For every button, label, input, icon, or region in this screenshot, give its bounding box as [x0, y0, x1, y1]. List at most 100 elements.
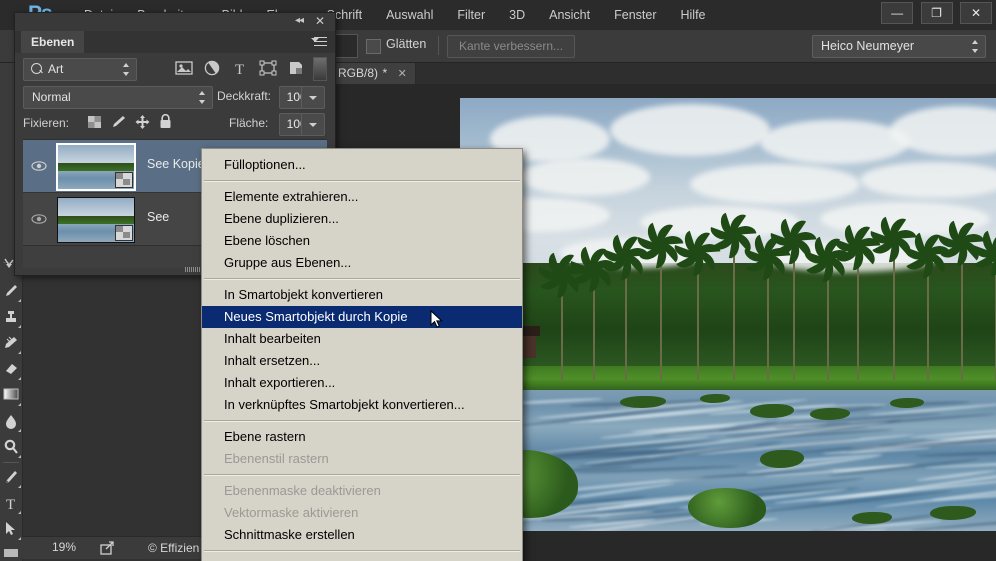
maximize-button[interactable]: ❐	[921, 2, 953, 24]
blend-mode-value: Normal	[32, 90, 71, 104]
smart-object-badge-icon	[115, 172, 133, 188]
filter-toggle-switch[interactable]	[313, 57, 327, 81]
smooth-checkbox[interactable]	[366, 39, 381, 54]
menu-item-3d[interactable]: 3D	[497, 0, 537, 30]
window-controls[interactable]: — ❐ ✕	[878, 2, 992, 24]
menu-item-filter[interactable]: Filter	[445, 0, 497, 30]
rectangle-tool-icon[interactable]	[0, 542, 22, 561]
context-menu-item: Ebenenmaske deaktivieren	[202, 480, 522, 502]
lock-position-icon[interactable]	[135, 115, 153, 132]
eraser-tool-icon[interactable]	[0, 356, 22, 382]
svg-text:T: T	[6, 497, 15, 511]
svg-text:T: T	[235, 62, 244, 76]
context-menu-item[interactable]: Ebene rastern	[202, 426, 522, 448]
tab-ebenen[interactable]: Ebenen	[21, 31, 84, 53]
panel-menu-icon[interactable]	[311, 36, 327, 47]
workspace-selector[interactable]: Heico Neumeyer	[812, 35, 986, 58]
lock-all-icon[interactable]	[159, 114, 177, 131]
layer-name[interactable]: See Kopie	[147, 157, 205, 171]
chevron-updown-icon	[122, 62, 130, 77]
minimize-button[interactable]: —	[881, 2, 913, 24]
context-menu-item[interactable]: In verknüpftes Smartobjekt konvertieren.…	[202, 394, 522, 416]
history-brush-tool-icon[interactable]	[0, 330, 22, 356]
eye-icon[interactable]	[31, 159, 47, 171]
context-menu-item[interactable]: Neues Smartobjekt durch Kopie	[202, 306, 522, 328]
lock-transparency-icon[interactable]	[87, 115, 105, 132]
menu-item-hilfe[interactable]: Hilfe	[669, 0, 718, 30]
context-menu-item[interactable]: Elemente extrahieren...	[202, 186, 522, 208]
lock-image-icon[interactable]	[111, 115, 129, 132]
document-tab-bar: RGB/8) * ✕	[330, 62, 996, 84]
filter-kind-selector[interactable]: Art	[23, 58, 137, 81]
status-info-text: © Effizien	[148, 541, 199, 555]
image-filter-icon[interactable]	[175, 60, 193, 77]
context-menu-item[interactable]: Ebene duplizieren...	[202, 208, 522, 230]
menu-item-fenster[interactable]: Fenster	[602, 0, 668, 30]
clone-stamp-tool-icon[interactable]	[0, 304, 22, 330]
smart-object-badge-icon	[115, 225, 133, 241]
context-menu-item[interactable]: Fülloptionen...	[202, 154, 522, 176]
menu-item-ansicht[interactable]: Ansicht	[537, 0, 602, 30]
layer-thumbnail[interactable]	[57, 197, 135, 243]
brush-tool-icon[interactable]	[0, 278, 22, 304]
lock-label: Fixieren:	[23, 116, 69, 130]
blend-mode-selector[interactable]: Normal	[23, 86, 213, 109]
layer-filter-row[interactable]: Art T	[15, 53, 335, 83]
context-menu-item: Vektormaske aktivieren	[202, 502, 522, 524]
minimize-icon: —	[882, 3, 912, 23]
workspace-name: Heico Neumeyer	[821, 39, 914, 53]
context-menu-item: Ebenen verbinden	[202, 556, 522, 561]
photoshop-window: T 19% © Effizien RGB/8) * ✕ Ps DateiBear…	[0, 0, 996, 561]
context-menu-item[interactable]: Inhalt bearbeiten	[202, 328, 522, 350]
context-menu-separator	[204, 474, 520, 476]
menu-item-auswahl[interactable]: Auswahl	[374, 0, 445, 30]
blur-tool-icon[interactable]	[0, 408, 22, 434]
context-menu-item[interactable]: Inhalt ersetzen...	[202, 350, 522, 372]
context-menu-item[interactable]: Gruppe aus Ebenen...	[202, 252, 522, 274]
search-icon	[31, 63, 42, 74]
smartobject-filter-icon[interactable]	[287, 60, 305, 77]
chevron-updown-icon	[971, 39, 979, 54]
gradient-tool-icon[interactable]	[0, 382, 22, 408]
close-icon[interactable]: ✕	[398, 68, 407, 80]
collapse-icon[interactable]: ◂◂	[295, 15, 303, 26]
context-menu-item[interactable]: Schnittmaske erstellen	[202, 524, 522, 546]
context-menu-item[interactable]: In Smartobjekt konvertieren	[202, 284, 522, 306]
pen-tool-icon[interactable]	[0, 464, 22, 490]
share-icon[interactable]	[100, 541, 116, 555]
document-tab-title: RGB/8)	[338, 66, 378, 80]
panel-title-bar[interactable]: ◂◂ ✕	[15, 13, 335, 31]
dodge-tool-icon[interactable]	[0, 434, 22, 460]
chevron-updown-icon	[198, 90, 206, 105]
adjustment-filter-icon[interactable]	[203, 60, 221, 77]
layer-context-menu[interactable]: Fülloptionen... Elemente extrahieren... Eb…	[201, 148, 523, 561]
close-button[interactable]: ✕	[960, 2, 992, 24]
close-icon[interactable]: ✕	[315, 14, 325, 28]
zoom-level[interactable]: 19%	[52, 540, 76, 554]
type-tool-icon[interactable]: T	[0, 490, 22, 516]
context-menu-separator	[204, 420, 520, 422]
opacity-dropdown[interactable]	[301, 86, 325, 109]
document-image[interactable]	[460, 98, 996, 531]
type-filter-icon[interactable]: T	[231, 60, 249, 77]
filter-kind-label: Art	[48, 62, 63, 76]
panel-tab-row[interactable]: Ebenen	[15, 31, 335, 53]
context-menu-separator	[204, 278, 520, 280]
layer-thumbnail[interactable]	[56, 143, 136, 191]
close-icon: ✕	[961, 3, 991, 23]
document-tab[interactable]: RGB/8) * ✕	[330, 62, 416, 84]
lock-row[interactable]: Fixieren: Fläche: 100%	[15, 111, 335, 137]
refine-edge-button[interactable]: Kante verbessern...	[447, 35, 575, 58]
eye-icon[interactable]	[31, 212, 47, 224]
mouse-cursor	[430, 310, 444, 330]
blend-opacity-row[interactable]: Normal Deckkraft: 100%	[15, 83, 335, 111]
smooth-label: Glätten	[386, 37, 426, 51]
context-menu-item[interactable]: Ebene löschen	[202, 230, 522, 252]
context-menu-item[interactable]: Inhalt exportieren...	[202, 372, 522, 394]
fill-dropdown[interactable]	[301, 113, 325, 136]
path-selection-tool-icon[interactable]	[0, 516, 22, 542]
context-menu-item: Ebenenstil rastern	[202, 448, 522, 470]
shape-filter-icon[interactable]	[259, 60, 277, 77]
layer-name[interactable]: See	[147, 210, 169, 224]
document-modified-marker: *	[382, 66, 387, 80]
